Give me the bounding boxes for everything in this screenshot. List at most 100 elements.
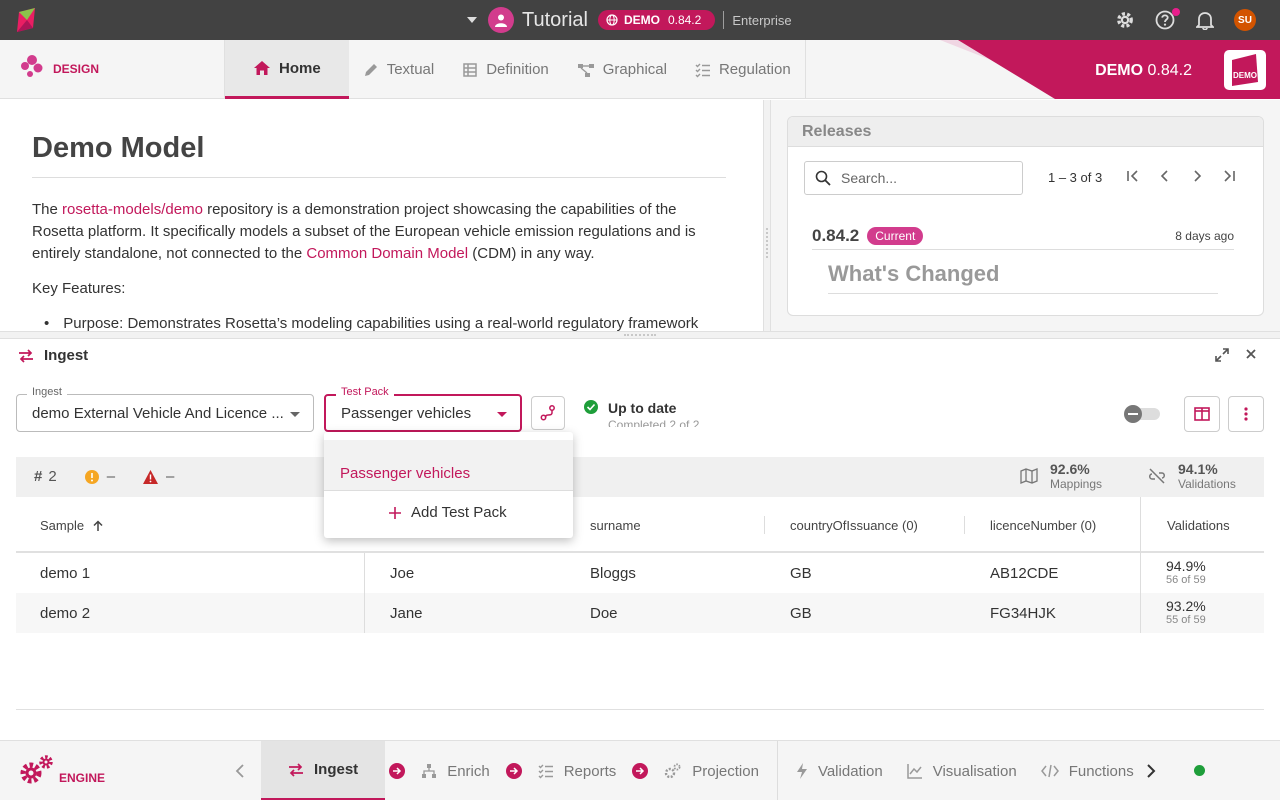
badge-version: 0.84.2 (667, 13, 702, 27)
mappings-label: Mappings (1050, 477, 1103, 491)
add-test-pack-button[interactable]: Add Test Pack (389, 504, 507, 521)
check-circle-icon (584, 400, 598, 414)
header-nav: DESIGN Home Textual Definition Graphical… (0, 40, 1280, 99)
tab-enrich[interactable]: Enrich (409, 741, 502, 800)
help-icon[interactable] (1154, 8, 1180, 31)
gear-icon[interactable] (1114, 9, 1136, 31)
app-logo-icon[interactable] (17, 8, 37, 32)
column-header-licence[interactable]: licenceNumber (0) (990, 518, 1096, 533)
table-row[interactable]: demo 2 Jane Doe GB FG34HJK 93.2% 55 of 59 (16, 593, 1264, 633)
graph-icon (577, 63, 594, 77)
kebab-menu-icon (1244, 407, 1248, 421)
tab-ingest[interactable]: Ingest (261, 741, 386, 800)
column-header-surname[interactable]: surname (590, 518, 641, 533)
field-value: demo External Vehicle And Licence ... (32, 405, 284, 422)
ingest-header: Ingest (18, 347, 88, 364)
hash-icon: # (34, 468, 43, 485)
top-bar: Tutorial DEMO 0.84.2 Enterprise SU (0, 0, 1280, 40)
engine-label: ENGINE (59, 771, 106, 785)
gears-icon (665, 763, 681, 779)
tab-projection[interactable]: Projection (652, 741, 771, 800)
releases-search-input[interactable]: Search... (804, 161, 1023, 195)
tab-home[interactable]: Home (225, 40, 349, 99)
link-button[interactable] (531, 396, 565, 430)
validations-label: Validations (1178, 477, 1236, 491)
tab-label: Home (279, 59, 321, 77)
next-page-icon[interactable] (1188, 167, 1206, 185)
design-label: DESIGN (53, 62, 100, 76)
code-icon (1040, 764, 1059, 778)
list-item: • Purpose: Demonstrates Rosetta’s modelin… (44, 315, 699, 331)
pagination (1124, 167, 1238, 185)
cell-sample: demo 1 (40, 565, 91, 582)
tab-functions[interactable]: Functions (1029, 741, 1146, 800)
vertical-resize-handle[interactable] (763, 100, 771, 331)
cdm-link[interactable]: Common Domain Model (306, 245, 468, 262)
first-page-icon[interactable] (1124, 167, 1142, 185)
connection-status-dot (1194, 765, 1205, 776)
tab-textual[interactable]: Textual (349, 40, 449, 99)
tab-validation[interactable]: Validation (784, 741, 895, 800)
chevron-left-icon[interactable] (234, 763, 246, 779)
cell-surname: Doe (590, 605, 618, 622)
tab-graphical[interactable]: Graphical (563, 40, 681, 99)
pencil-icon (364, 63, 377, 76)
chevron-right-icon[interactable] (1145, 763, 1157, 779)
repo-link[interactable]: rosetta-models/demo (62, 201, 203, 218)
field-label: Ingest (27, 386, 67, 398)
horizontal-resize-handle[interactable] (0, 331, 1280, 339)
validations-value: 94.1% (1178, 461, 1218, 477)
sample-count: 2 (48, 468, 57, 485)
frozen-column-divider (364, 553, 365, 633)
tab-visualisation[interactable]: Visualisation (895, 741, 1029, 800)
version-badge[interactable]: DEMO 0.84.2 (597, 10, 716, 30)
release-age: 8 days ago (1175, 229, 1234, 243)
more-options-button[interactable] (1228, 396, 1264, 432)
column-header-validations[interactable]: Validations (1167, 518, 1230, 533)
bell-icon[interactable] (1194, 9, 1216, 31)
ingest-select[interactable]: Ingest demo External Vehicle And Licence… (16, 386, 314, 432)
cell-country: GB (790, 565, 812, 582)
test-pack-select[interactable]: Test Pack Passenger vehicles (324, 386, 522, 432)
column-divider (764, 516, 765, 534)
column-header-sample[interactable]: Sample (40, 518, 104, 533)
cell-validations: 93.2% 55 of 59 (1166, 598, 1206, 626)
toggle-switch[interactable] (1124, 405, 1160, 423)
error-triangle-icon (143, 469, 159, 484)
page-title: Demo Model (32, 132, 726, 178)
last-page-icon[interactable] (1220, 167, 1238, 185)
gears-logo-icon (20, 755, 53, 784)
user-avatar[interactable]: SU (1234, 9, 1256, 31)
tab-definition[interactable]: Definition (448, 40, 563, 99)
column-header-country[interactable]: countryOfIssuance (0) (790, 518, 918, 533)
frozen-column-divider (1140, 553, 1141, 633)
arrow-right-circle-icon (632, 763, 649, 779)
link-off-icon (1149, 468, 1165, 484)
releases-area: Releases Search... 1 – 3 of 3 0.84.2 Cur… (771, 100, 1280, 331)
chevron-down-icon (497, 412, 507, 417)
ingest-title: Ingest (44, 347, 89, 364)
layout-button[interactable] (1184, 396, 1220, 432)
expand-icon[interactable] (1214, 347, 1230, 363)
sort-ascending-icon (93, 519, 103, 531)
key-features-heading: Key Features: (32, 280, 126, 297)
demo-badge[interactable]: DEMO (1224, 50, 1266, 90)
tab-reports[interactable]: Reports (526, 741, 629, 800)
close-icon[interactable] (1244, 347, 1258, 361)
prev-page-icon[interactable] (1156, 167, 1174, 185)
tab-regulation[interactable]: Regulation (681, 40, 805, 99)
dropdown-option-passenger-vehicles[interactable]: Passenger vehicles (324, 440, 573, 490)
engine-footer: ENGINE Ingest Enrich Reports Projection … (0, 740, 1280, 800)
divider (324, 490, 573, 491)
banner-version: DEMO 0.84.2 (1095, 62, 1192, 79)
cell-sample: demo 2 (40, 605, 91, 622)
table-row[interactable]: demo 1 Joe Bloggs GB AB12CDE 94.9% 56 of … (16, 553, 1264, 593)
field-value: Passenger vehicles (341, 405, 472, 422)
chevron-down-icon[interactable] (466, 16, 478, 24)
release-item[interactable]: 0.84.2 Current 8 days ago (812, 223, 1234, 250)
tab-label: Definition (486, 61, 549, 78)
swap-icon (19, 348, 33, 363)
warning-count: – (106, 468, 116, 485)
line-chart-icon (906, 764, 922, 779)
releases-panel: Releases Search... 1 – 3 of 3 0.84.2 Cur… (787, 116, 1264, 316)
